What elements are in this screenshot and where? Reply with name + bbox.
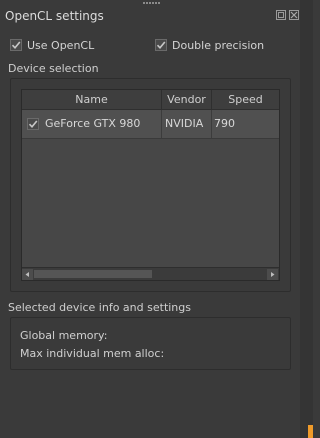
- device-name-cell: GeForce GTX 980: [45, 110, 162, 138]
- device-table[interactable]: Name Vendor Speed GeForce GTX 980 NVIDIA…: [21, 89, 280, 281]
- checkmark-icon: [28, 120, 38, 129]
- checkmark-icon: [11, 41, 21, 50]
- table-row[interactable]: GeForce GTX 980 NVIDIA 790: [22, 110, 279, 139]
- device-vendor-cell: NVIDIA: [162, 110, 212, 138]
- checkmark-icon: [156, 41, 166, 50]
- global-memory-label: Global memory:: [20, 329, 108, 342]
- use-opencl-label[interactable]: Use OpenCL: [27, 39, 94, 52]
- double-precision-label[interactable]: Double precision: [172, 39, 264, 52]
- use-opencl-checkbox[interactable]: [10, 39, 22, 51]
- float-icon[interactable]: [276, 10, 286, 20]
- close-icon[interactable]: [289, 10, 299, 20]
- device-info-title: Selected device info and settings: [8, 301, 191, 314]
- device-select-checkbox[interactable]: [27, 118, 39, 130]
- device-info-group: [10, 317, 291, 370]
- device-speed-cell: 790: [214, 117, 235, 130]
- dock-accent-handle[interactable]: [308, 425, 313, 438]
- scroll-right-icon[interactable]: [267, 269, 278, 280]
- double-precision-checkbox[interactable]: [155, 39, 167, 51]
- device-selection-title: Device selection: [8, 62, 99, 75]
- column-header-speed[interactable]: Speed: [212, 90, 279, 110]
- drag-grip[interactable]: [143, 2, 161, 4]
- scrollbar-thumb[interactable]: [34, 270, 152, 278]
- column-header-vendor[interactable]: Vendor: [162, 90, 212, 110]
- horizontal-scrollbar[interactable]: [22, 267, 279, 280]
- dock-edge: [300, 0, 313, 438]
- max-alloc-label: Max individual mem alloc:: [20, 347, 165, 360]
- scroll-left-icon[interactable]: [22, 269, 33, 280]
- panel-title: OpenCL settings: [5, 9, 104, 23]
- column-header-name[interactable]: Name: [22, 90, 162, 110]
